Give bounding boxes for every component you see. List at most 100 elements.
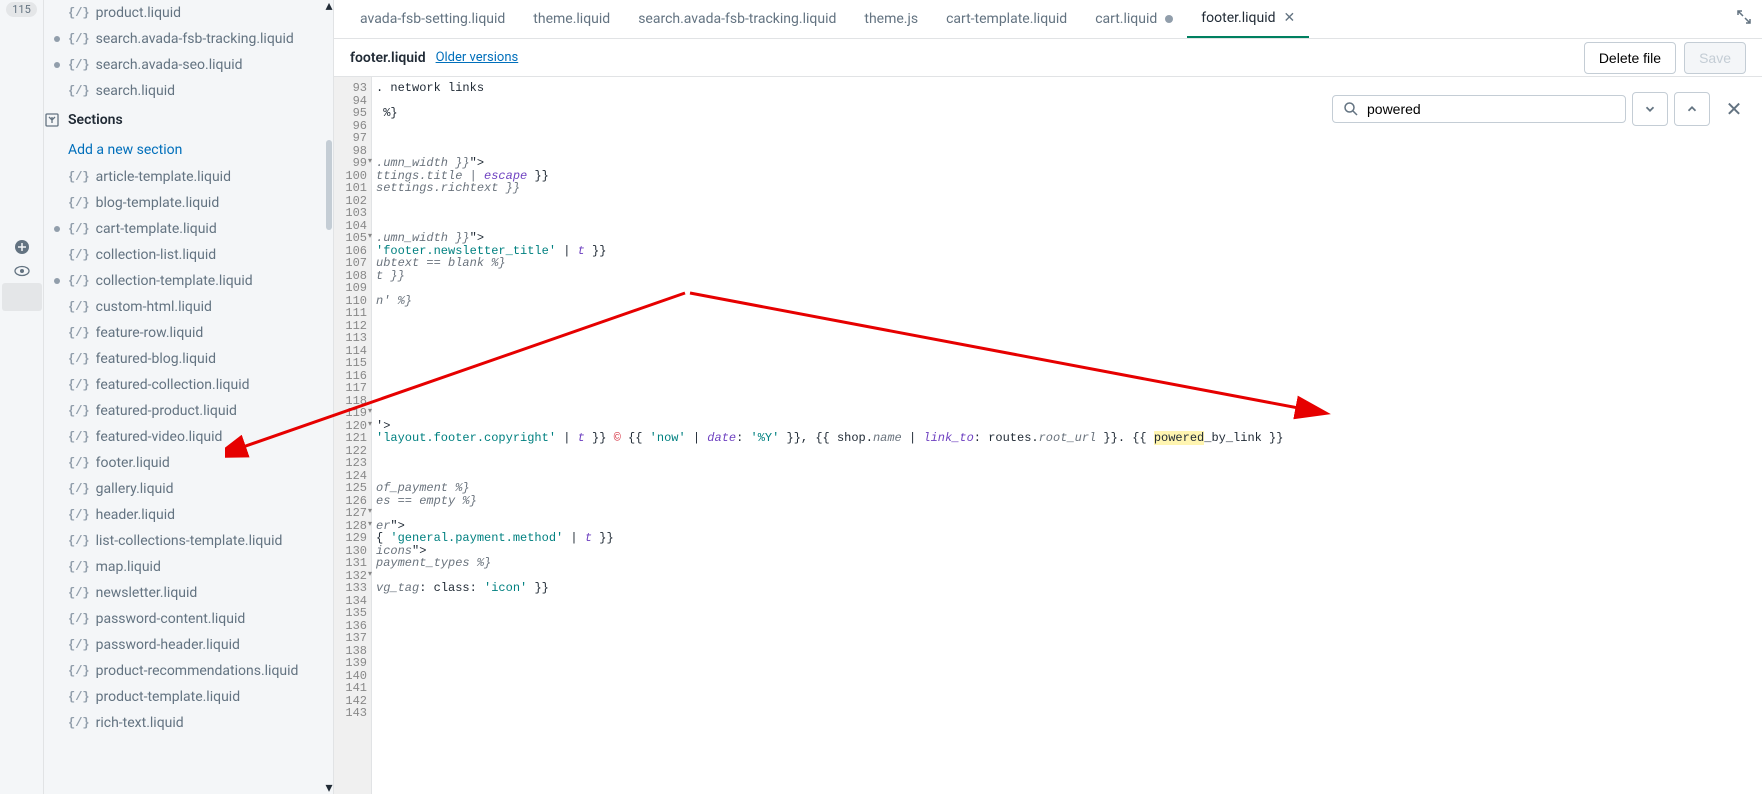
code-line[interactable]: [372, 381, 1762, 394]
tab[interactable]: theme.js: [850, 0, 932, 38]
sidebar-scrollbar[interactable]: ▴ ▾: [325, 0, 333, 794]
file-item[interactable]: {/}footer.liquid: [44, 450, 333, 476]
file-item[interactable]: {/}password-content.liquid: [44, 606, 333, 632]
scroll-down-arrow[interactable]: ▾: [325, 782, 333, 794]
code-line[interactable]: [372, 456, 1762, 469]
code-line[interactable]: ubtext == blank %}: [372, 256, 1762, 269]
file-item[interactable]: {/}search.avada-seo.liquid: [44, 52, 333, 78]
code-line[interactable]: '>: [372, 419, 1762, 432]
code-line[interactable]: [372, 681, 1762, 694]
file-item[interactable]: {/}header.liquid: [44, 502, 333, 528]
file-item[interactable]: {/}featured-blog.liquid: [44, 346, 333, 372]
code-line[interactable]: [372, 131, 1762, 144]
file-item[interactable]: {/}cart-template.liquid: [44, 216, 333, 242]
code-line[interactable]: of_payment %}: [372, 481, 1762, 494]
code-line[interactable]: [372, 619, 1762, 632]
file-item[interactable]: {/}newsletter.liquid: [44, 580, 333, 606]
code-line[interactable]: [372, 606, 1762, 619]
close-icon[interactable]: ✕: [1284, 10, 1296, 26]
tab[interactable]: footer.liquid✕: [1187, 0, 1309, 38]
search-input[interactable]: [1367, 101, 1615, 117]
code-line[interactable]: [372, 406, 1762, 419]
tab[interactable]: theme.liquid: [519, 0, 624, 38]
plus-icon[interactable]: [14, 239, 30, 255]
expand-icon[interactable]: [1736, 9, 1752, 25]
code-line[interactable]: [372, 706, 1762, 719]
code-line[interactable]: [372, 331, 1762, 344]
code-line[interactable]: [372, 669, 1762, 682]
code-line[interactable]: [372, 631, 1762, 644]
file-item[interactable]: {/}collection-list.liquid: [44, 242, 333, 268]
tab[interactable]: avada-fsb-setting.liquid: [346, 0, 519, 38]
search-close-button[interactable]: ✕: [1716, 92, 1752, 126]
search-next-button[interactable]: [1632, 92, 1668, 126]
file-item[interactable]: {/}feature-row.liquid: [44, 320, 333, 346]
delete-file-button[interactable]: Delete file: [1584, 42, 1676, 74]
file-item[interactable]: {/}search.liquid: [44, 78, 333, 104]
file-item[interactable]: {/}map.liquid: [44, 554, 333, 580]
add-section-link[interactable]: Add a new section: [44, 136, 333, 164]
older-versions-link[interactable]: Older versions: [436, 50, 519, 65]
code-line[interactable]: [372, 219, 1762, 232]
file-name: collection-list.liquid: [96, 247, 217, 263]
file-item[interactable]: {/}product-recommendations.liquid: [44, 658, 333, 684]
scroll-up-arrow[interactable]: ▴: [325, 0, 333, 12]
code-line[interactable]: icons">: [372, 544, 1762, 557]
code-line[interactable]: 'layout.footer.copyright' | t }} © {{ 'n…: [372, 431, 1762, 444]
code-line[interactable]: t }}: [372, 269, 1762, 282]
file-item[interactable]: {/}search.avada-fsb-tracking.liquid: [44, 26, 333, 52]
file-item[interactable]: {/}featured-collection.liquid: [44, 372, 333, 398]
code-line[interactable]: [372, 569, 1762, 582]
code-line[interactable]: n' %}: [372, 294, 1762, 307]
code-line[interactable]: [372, 469, 1762, 482]
file-item[interactable]: {/}featured-product.liquid: [44, 398, 333, 424]
file-item[interactable]: {/}product.liquid: [44, 0, 333, 26]
eye-icon[interactable]: [14, 263, 30, 279]
code-line[interactable]: [372, 444, 1762, 457]
file-item[interactable]: {/}list-collections-template.liquid: [44, 528, 333, 554]
file-item[interactable]: {/}blog-template.liquid: [44, 190, 333, 216]
code-line[interactable]: [372, 369, 1762, 382]
code-line[interactable]: vg_tag: class: 'icon' }}: [372, 581, 1762, 594]
tab[interactable]: cart.liquid: [1081, 0, 1187, 38]
tab[interactable]: search.avada-fsb-tracking.liquid: [624, 0, 850, 38]
file-item[interactable]: {/}gallery.liquid: [44, 476, 333, 502]
code-line[interactable]: es == empty %}: [372, 494, 1762, 507]
code-line[interactable]: [372, 594, 1762, 607]
search-input-wrap[interactable]: [1332, 95, 1626, 123]
code-line[interactable]: ttings.title | escape }}: [372, 169, 1762, 182]
code-line[interactable]: [372, 306, 1762, 319]
code-line[interactable]: [372, 281, 1762, 294]
code-line[interactable]: [372, 394, 1762, 407]
sections-header[interactable]: Sections: [44, 104, 333, 136]
code-line[interactable]: [372, 319, 1762, 332]
scrollbar-thumb[interactable]: [326, 140, 332, 230]
code-editor[interactable]: 93949596979899▾100101102103104105▾106107…: [334, 77, 1762, 794]
code-line[interactable]: .umn_width }}">: [372, 156, 1762, 169]
code-line[interactable]: .umn_width }}">: [372, 231, 1762, 244]
code-line[interactable]: [372, 356, 1762, 369]
file-item[interactable]: {/}collection-template.liquid: [44, 268, 333, 294]
code-line[interactable]: [372, 506, 1762, 519]
code-line[interactable]: { 'general.payment.method' | t }}: [372, 531, 1762, 544]
file-item[interactable]: {/}custom-html.liquid: [44, 294, 333, 320]
file-item[interactable]: {/}featured-video.liquid: [44, 424, 333, 450]
code-area[interactable]: . network links %}.umn_width }}">ttings.…: [372, 77, 1762, 794]
code-line[interactable]: payment_types %}: [372, 556, 1762, 569]
code-line[interactable]: er">: [372, 519, 1762, 532]
code-line[interactable]: 'footer.newsletter_title' | t }}: [372, 244, 1762, 257]
file-item[interactable]: {/}article-template.liquid: [44, 164, 333, 190]
file-item[interactable]: {/}password-header.liquid: [44, 632, 333, 658]
code-line[interactable]: [372, 144, 1762, 157]
code-line[interactable]: [372, 644, 1762, 657]
code-line[interactable]: [372, 344, 1762, 357]
code-line[interactable]: [372, 656, 1762, 669]
file-item[interactable]: {/}product-template.liquid: [44, 684, 333, 710]
file-item[interactable]: {/}rich-text.liquid: [44, 710, 333, 736]
code-line[interactable]: settings.richtext }}: [372, 181, 1762, 194]
code-line[interactable]: [372, 194, 1762, 207]
code-line[interactable]: [372, 206, 1762, 219]
code-line[interactable]: [372, 694, 1762, 707]
tab[interactable]: cart-template.liquid: [932, 0, 1081, 38]
search-prev-button[interactable]: [1674, 92, 1710, 126]
